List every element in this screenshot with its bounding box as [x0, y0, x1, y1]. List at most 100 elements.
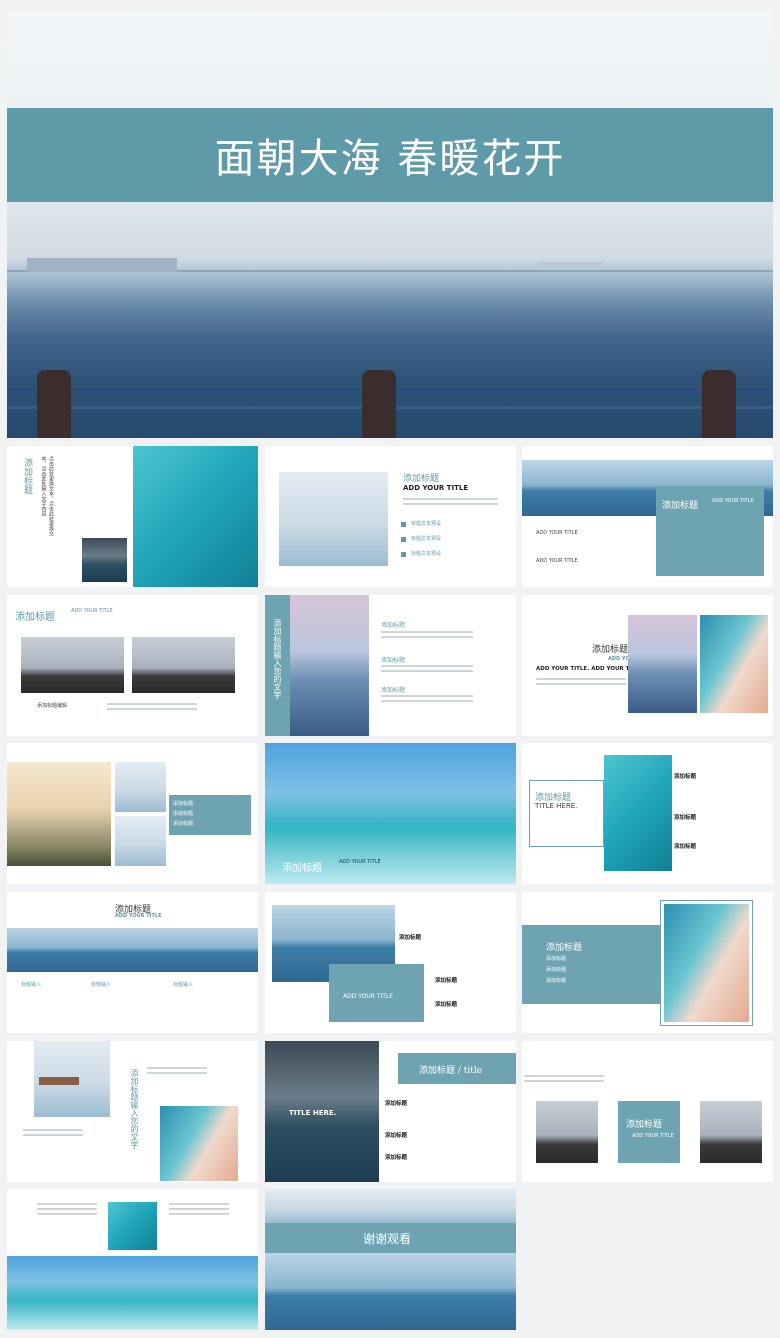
slide-thumbnail-5[interactable]: 添加标题输入您的文字 添加标题 添加标题 添加标题	[265, 595, 516, 736]
item-label: 添加标题	[674, 844, 697, 850]
photo-beach	[700, 615, 768, 713]
slide-title: 添加标题 / title	[419, 1066, 483, 1076]
text-lines	[23, 1129, 83, 1139]
check-icon	[401, 552, 406, 557]
item-label: 添加标题	[385, 1101, 408, 1107]
item-label: 添加标题	[435, 1002, 458, 1008]
item-label: 添加标题	[674, 774, 697, 780]
bollard	[37, 370, 71, 438]
slide-label: ADD YOUR TITLE	[536, 558, 578, 564]
hero-cover-slide[interactable]: 面朝大海 春暖花开	[7, 10, 773, 438]
photo-beach-chair	[279, 472, 388, 566]
column-label: 标题输入	[173, 982, 194, 988]
slide-thumbnail-17[interactable]: 谢谢观看	[265, 1189, 516, 1330]
photo-aerial-sea	[604, 755, 672, 871]
item-label: 标题文本预设	[411, 551, 442, 557]
photo-beach	[160, 1106, 238, 1181]
slide-subtitle: ADD YOUR TITLE	[712, 498, 754, 504]
slide-thumbnail-12[interactable]: 添加标题 添加标题 添加标题 添加标题	[522, 892, 773, 1033]
slide-body: 点击此处更换文本，点击此处更换文本，点击此处输入文字内容	[40, 456, 55, 536]
slide-vertical-title: 添加标题输入您的文字	[273, 619, 282, 699]
photo-girl-suitcase	[7, 762, 111, 866]
photo-sea	[265, 1253, 516, 1330]
item-label: 添加标题	[546, 967, 567, 973]
slide-subtitle: ADD YOUR TITLE	[115, 913, 162, 919]
slide-thumbnail-11[interactable]: ADD YOUR TITLE 添加标题 添加标题 添加标题	[265, 892, 516, 1033]
slide-thumbnail-14[interactable]: TITLE HERE. 添加标题 / title 添加标题 添加标题 添加标题	[265, 1041, 516, 1182]
text-lines	[381, 665, 473, 675]
title-box	[522, 925, 662, 1004]
photo-wave	[7, 1256, 258, 1330]
photo-sea	[7, 928, 258, 972]
text-lines	[381, 695, 473, 705]
slide-thumbnail-13[interactable]: 添加标题输入您的文字	[7, 1041, 258, 1182]
check-icon	[401, 537, 406, 542]
bollard	[702, 370, 736, 438]
slide-thumbnail-16[interactable]	[7, 1189, 258, 1330]
slide-subtitle: ADD YOUR TITLE	[339, 859, 381, 865]
slide-label: ADD YOUR TITLE	[536, 530, 578, 536]
slide-title: 添加标题	[592, 645, 629, 655]
slide-title: 添加标题	[282, 863, 322, 874]
text-lines	[524, 1075, 604, 1085]
slide-title: 添加标题	[626, 1120, 663, 1130]
text-lines	[381, 631, 473, 641]
bollard	[362, 370, 396, 438]
item-label: 添加标题	[435, 978, 458, 984]
slide-thumbnail-15[interactable]: 添加标题 ADD YOUR TITLE	[522, 1041, 773, 1182]
item-label: 添加标题	[546, 978, 567, 984]
slide-thumbnail-6[interactable]: 添加标题 ADD YOUR TITLE ADD YOUR TITLE. ADD …	[522, 595, 773, 736]
slide-thumbnail-4[interactable]: 添加标题 ADD YOUR TITLE 添加标题编辑	[7, 595, 258, 736]
item-label: 添加标题	[546, 956, 567, 962]
text-lines	[169, 1203, 229, 1218]
box-label: ADD YOUR TITLE	[343, 993, 394, 1000]
text-lines	[107, 703, 197, 713]
item-label: 标题文本预设	[411, 521, 442, 527]
text-lines	[37, 1203, 97, 1218]
photo-sea	[133, 446, 258, 587]
slide-thumbnail-8[interactable]: 添加标题 ADD YOUR TITLE	[265, 743, 516, 884]
sky-area	[265, 1189, 516, 1223]
slide-title: 添加标题	[662, 501, 699, 511]
title-box	[618, 1101, 680, 1163]
column-label: 标题输入	[91, 982, 112, 988]
text-lines	[403, 498, 498, 508]
photo-wave	[108, 1202, 157, 1250]
slide-subtitle: ADD YOUR TITLE	[71, 608, 113, 614]
photo-wave	[82, 538, 127, 582]
item-label: 添加标题	[173, 821, 194, 827]
check-icon	[401, 522, 406, 527]
slide-thumbnail-3[interactable]: 添加标题 ADD YOUR TITLE ADD YOUR TITLE ADD Y…	[522, 446, 773, 587]
item-label: 添加标题	[385, 1155, 408, 1161]
photo-beach	[664, 904, 749, 1022]
photo-rocks	[21, 637, 124, 693]
presentation-preview: 面朝大海 春暖花开 添加标题 点击此处更换文本，点击此处更换文本，点击此处输入文…	[0, 0, 780, 1338]
slide-thumbnail-1[interactable]: 添加标题 点击此处更换文本，点击此处更换文本，点击此处输入文字内容	[7, 446, 258, 587]
hero-title: 面朝大海 春暖花开	[214, 136, 566, 182]
photo-rocks	[132, 637, 235, 693]
hero-title-band: 面朝大海 春暖花开	[7, 108, 773, 202]
slide-thumbnail-9[interactable]: 添加标题 TITLE HERE. 添加标题 添加标题 添加标题	[522, 743, 773, 884]
slide-vertical-title: 添加标题输入您的文字	[130, 1069, 139, 1149]
photo-gulls	[115, 762, 166, 812]
bench-shape	[39, 1077, 79, 1085]
photo-rocks	[700, 1101, 762, 1163]
slide-title: 添加标题	[22, 458, 32, 494]
column-label: 标题输入	[21, 982, 42, 988]
slide-heading: 添加标题	[381, 622, 406, 629]
slide-thumbnail-2[interactable]: 添加标题 ADD YOUR TITLE 标题文本预设 标题文本预设 标题文本预设	[265, 446, 516, 587]
item-label: 标题文本预设	[411, 536, 442, 542]
slide-title: 谢谢观看	[363, 1232, 412, 1246]
slide-title: 添加标题	[403, 474, 440, 484]
slide-thumbnail-7[interactable]: 添加标题 添加标题 添加标题	[7, 743, 258, 884]
text-lines	[536, 678, 626, 688]
photo-sea	[290, 595, 369, 736]
slide-title: 添加标题	[546, 943, 583, 953]
slide-heading: 添加标题	[381, 687, 406, 694]
slide-subtitle: TITLE HERE.	[535, 802, 578, 810]
slide-subtitle: ADD YOUR TITLE	[403, 484, 469, 492]
slide-heading: 添加标题	[381, 657, 406, 664]
item-label: 添加标题	[674, 815, 697, 821]
ship-shape	[537, 262, 603, 270]
slide-thumbnail-10[interactable]: 添加标题 ADD YOUR TITLE 标题输入 标题输入 标题输入	[7, 892, 258, 1033]
